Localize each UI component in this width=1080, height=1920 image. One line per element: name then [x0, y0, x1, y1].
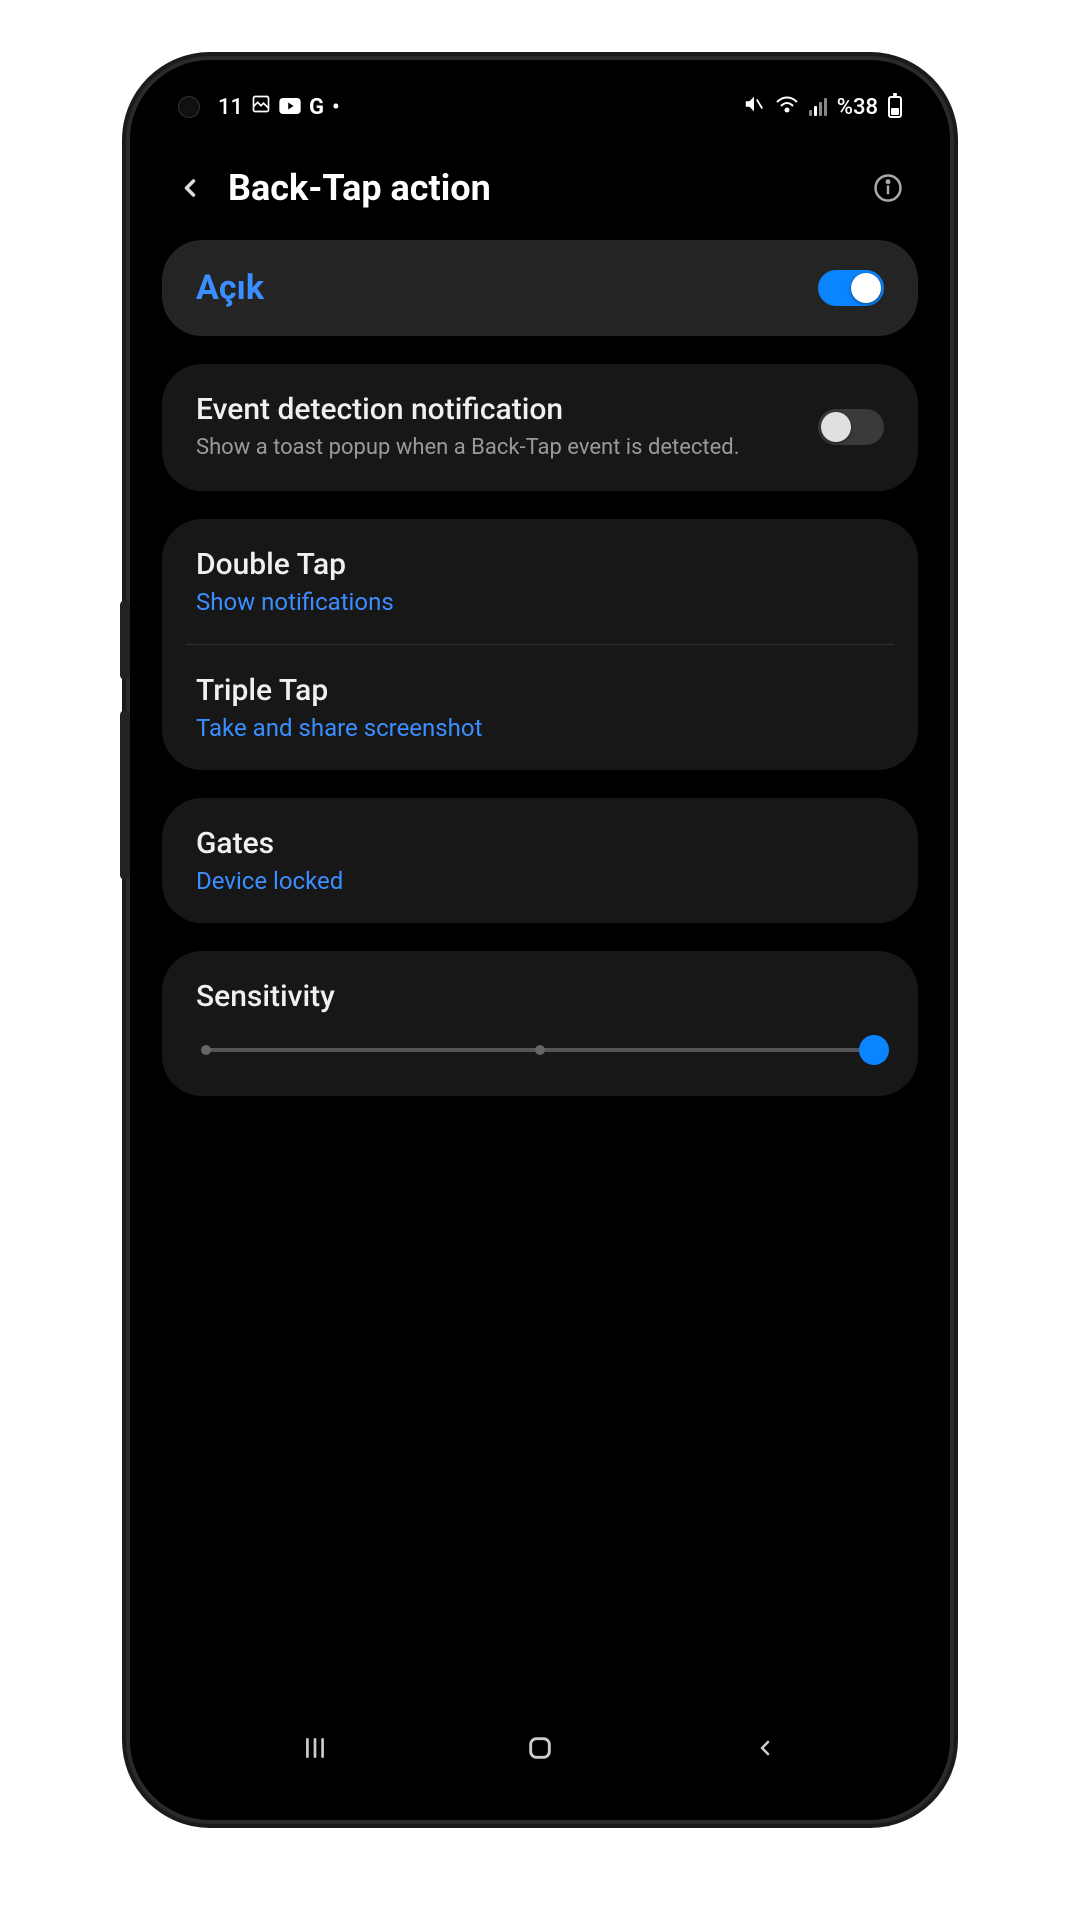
- tap-actions-card: Double Tap Show notifications Triple Tap…: [162, 519, 918, 770]
- system-nav-bar: [142, 1708, 938, 1808]
- status-dot: •: [332, 95, 340, 120]
- master-toggle-label: Açık: [196, 268, 264, 308]
- status-left: 11 G •: [178, 94, 340, 120]
- gates-value: Device locked: [196, 867, 884, 895]
- battery-icon: [888, 96, 902, 118]
- battery-percent: %38: [837, 95, 878, 120]
- app-header: Back-Tap action: [142, 142, 938, 240]
- master-toggle-switch[interactable]: [818, 270, 884, 306]
- double-tap-value: Show notifications: [196, 588, 884, 616]
- nav-recents-button[interactable]: [275, 1718, 355, 1778]
- double-tap-row[interactable]: Double Tap Show notifications: [162, 519, 918, 644]
- nav-home-button[interactable]: [500, 1718, 580, 1778]
- double-tap-title: Double Tap: [196, 547, 884, 582]
- camera-hole: [178, 96, 200, 118]
- slider-tick: [201, 1045, 211, 1055]
- triple-tap-row[interactable]: Triple Tap Take and share screenshot: [162, 645, 918, 770]
- sensitivity-slider[interactable]: [206, 1048, 874, 1052]
- gallery-icon: [251, 94, 271, 120]
- wifi-icon: [775, 94, 799, 120]
- triple-tap-title: Triple Tap: [196, 673, 884, 708]
- slider-thumb[interactable]: [859, 1035, 889, 1065]
- status-bar: 11 G • %38: [142, 72, 938, 142]
- google-icon: G: [309, 95, 324, 120]
- info-button[interactable]: [866, 166, 910, 210]
- mute-icon: [743, 93, 765, 121]
- gates-title: Gates: [196, 826, 884, 861]
- sensitivity-title: Sensitivity: [196, 979, 884, 1014]
- youtube-icon: [279, 95, 301, 120]
- page-title: Back-Tap action: [228, 167, 848, 209]
- status-time: 11: [218, 95, 243, 120]
- gates-card: Gates Device locked: [162, 798, 918, 923]
- status-right: %38: [743, 93, 902, 121]
- back-button[interactable]: [170, 168, 210, 208]
- event-detection-row[interactable]: Event detection notification Show a toas…: [162, 364, 918, 491]
- signal-icon: [809, 98, 827, 116]
- slider-tick: [535, 1045, 545, 1055]
- event-detection-subtitle: Show a toast popup when a Back-Tap event…: [196, 433, 798, 463]
- triple-tap-value: Take and share screenshot: [196, 714, 884, 742]
- nav-back-button[interactable]: [725, 1718, 805, 1778]
- event-detection-card: Event detection notification Show a toas…: [162, 364, 918, 491]
- master-toggle-card[interactable]: Açık: [162, 240, 918, 336]
- event-detection-switch[interactable]: [818, 409, 884, 445]
- gates-row[interactable]: Gates Device locked: [162, 798, 918, 923]
- sensitivity-card: Sensitivity: [162, 951, 918, 1096]
- event-detection-title: Event detection notification: [196, 392, 798, 427]
